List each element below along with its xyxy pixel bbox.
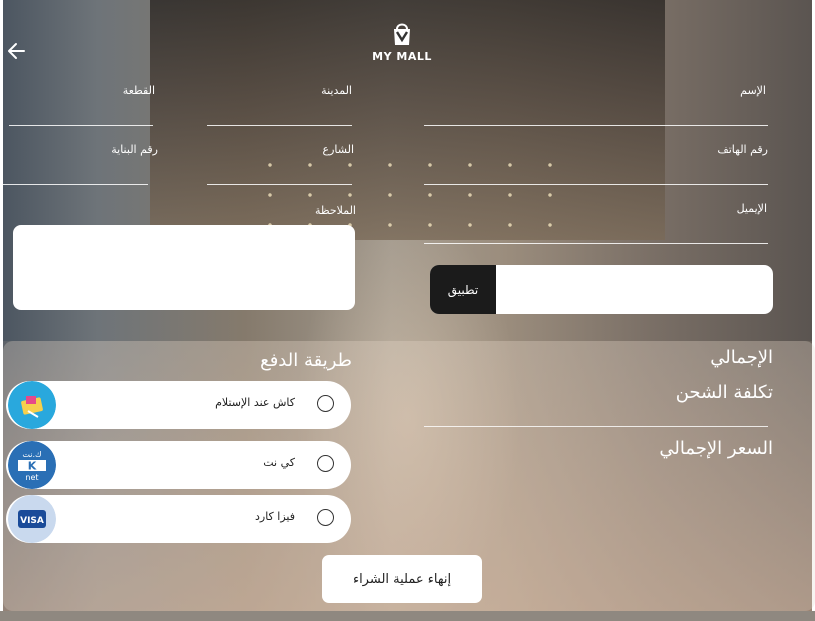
cash-radio[interactable] (317, 395, 334, 412)
svg-text:VISA: VISA (20, 516, 44, 526)
phone-label: رقم الهاتف (717, 143, 768, 156)
city-field[interactable] (207, 100, 356, 124)
knet-radio[interactable] (317, 455, 334, 472)
visa-radio[interactable] (317, 509, 334, 526)
email-field[interactable] (424, 216, 772, 240)
name-field[interactable] (424, 100, 772, 124)
visa-label: فيزا كارد (255, 510, 295, 523)
coupon-box: تطبيق (430, 265, 773, 314)
summary-divider (424, 426, 768, 427)
svg-text:net: net (25, 473, 38, 482)
shopping-bag-icon (394, 23, 410, 45)
email-label: الإيميل (736, 202, 767, 215)
cash-icon (8, 381, 56, 429)
city-underline (207, 125, 352, 126)
street-field[interactable] (207, 158, 356, 182)
name-label: الإسم (740, 84, 766, 97)
svg-text:ك.نت: ك.نت (22, 450, 41, 459)
shipping-cost-label: تكلفة الشحن (675, 382, 773, 403)
city-label: المدينة (321, 84, 352, 97)
coupon-input[interactable] (496, 265, 773, 314)
logo-text: MY MALL (372, 50, 432, 63)
knet-icon: ك.نت K net (8, 441, 56, 489)
payment-option-cash[interactable]: كاش عند الإستلام (6, 381, 351, 429)
phone-underline (424, 184, 768, 185)
note-label: الملاحظة (314, 204, 356, 217)
building-label: رقم البناية (111, 143, 158, 156)
finish-purchase-button[interactable]: إنهاء عملية الشراء (322, 555, 482, 603)
street-underline (207, 184, 352, 185)
cash-label: كاش عند الإستلام (215, 396, 295, 409)
payment-method-title: طريقة الدفع (260, 350, 352, 371)
total-label: الإجمالي (710, 347, 773, 368)
phone-field[interactable] (424, 158, 772, 182)
piece-label: القطعة (122, 84, 155, 97)
street-label: الشارع (322, 143, 354, 156)
svg-text:K: K (28, 460, 37, 473)
piece-underline (9, 125, 153, 126)
knet-label: كي نت (263, 456, 295, 469)
building-underline (3, 184, 148, 185)
apply-coupon-button[interactable]: تطبيق (430, 265, 496, 314)
grand-total-label: السعر الإجمالي (659, 438, 773, 459)
bottom-bar (0, 611, 815, 621)
payment-option-visa[interactable]: VISA فيزا كارد (6, 495, 351, 543)
payment-option-knet[interactable]: ك.نت K net كي نت (6, 441, 351, 489)
note-textarea[interactable] (13, 225, 355, 310)
visa-icon: VISA (8, 495, 56, 543)
piece-field[interactable] (9, 100, 157, 124)
name-underline (424, 125, 768, 126)
my-mall-logo: MY MALL (370, 20, 434, 63)
email-underline (424, 243, 768, 244)
back-arrow-icon[interactable] (6, 40, 28, 62)
building-field[interactable] (3, 158, 152, 182)
